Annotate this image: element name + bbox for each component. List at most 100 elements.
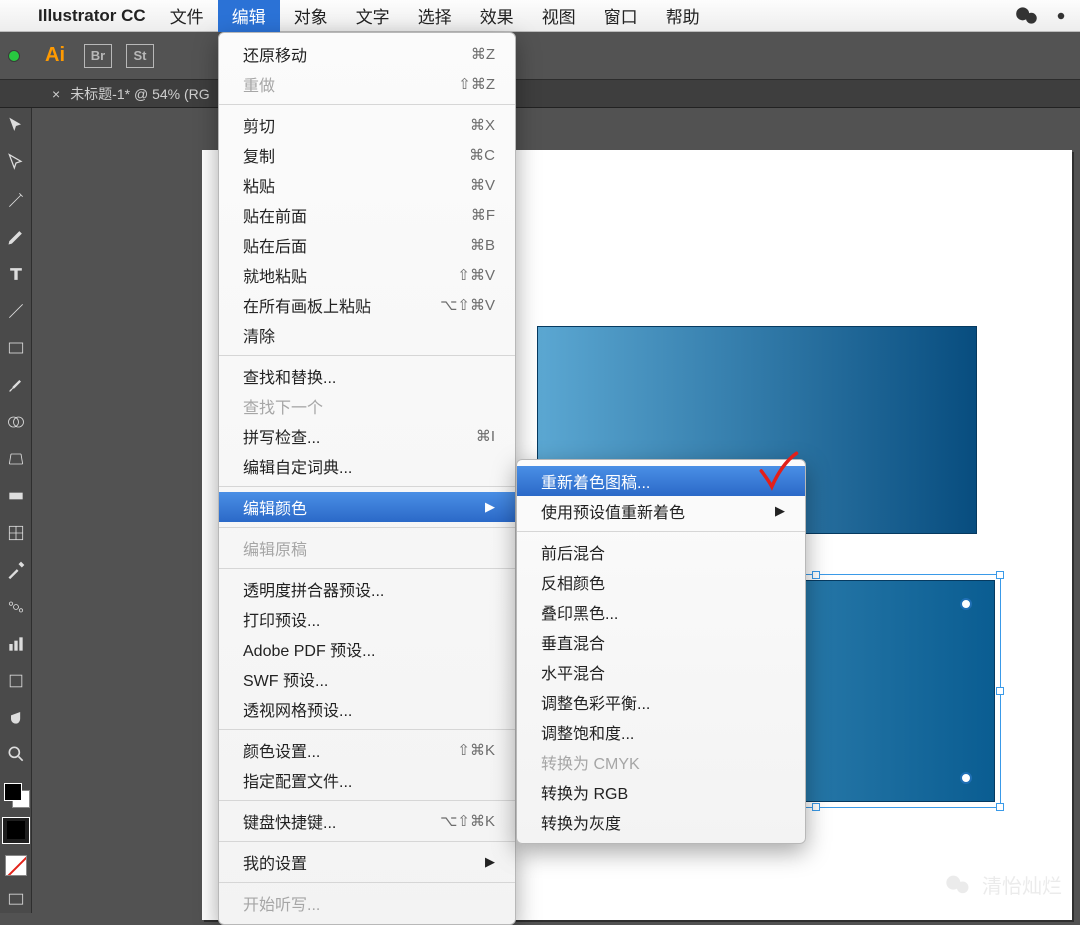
menu-item-g7-0[interactable]: 颜色设置...⇧⌘K: [219, 735, 515, 765]
menu-item-g1-0[interactable]: 重新着色图稿...: [517, 466, 805, 496]
document-title: 未标题-1* @ 54% (RG: [70, 84, 209, 104]
menu-effect[interactable]: 效果: [466, 0, 528, 32]
illustrator-icon[interactable]: Ai: [40, 42, 70, 70]
menu-item-g2-2[interactable]: 叠印黑色...: [517, 597, 805, 627]
menu-item-g6-2[interactable]: Adobe PDF 预设...: [219, 634, 515, 664]
resize-handle[interactable]: [812, 803, 820, 811]
menu-item-g2-1[interactable]: 复制⌘C: [219, 140, 515, 170]
menu-item-label: 还原移动: [243, 42, 307, 66]
magic-wand-tool[interactable]: [3, 188, 29, 213]
fill-stroke-swatch[interactable]: [4, 783, 28, 806]
brush-tool[interactable]: [3, 373, 29, 398]
menu-item-g2-7[interactable]: 清除: [219, 320, 515, 350]
menu-type[interactable]: 文字: [342, 0, 404, 32]
document-tab[interactable]: × 未标题-1* @ 54% (RG: [42, 84, 220, 104]
selection-tool[interactable]: [3, 114, 29, 139]
traffic-green[interactable]: [8, 50, 20, 62]
menu-help[interactable]: 帮助: [652, 0, 714, 32]
menu-item-label: 指定配置文件...: [243, 768, 352, 792]
menu-view[interactable]: 视图: [528, 0, 590, 32]
menu-item-g2-2[interactable]: 粘贴⌘V: [219, 170, 515, 200]
screen-mode-button[interactable]: [3, 888, 29, 913]
menu-item-g1-0[interactable]: 还原移动⌘Z: [219, 39, 515, 69]
menu-item-g2-5[interactable]: 调整色彩平衡...: [517, 687, 805, 717]
menu-object[interactable]: 对象: [280, 0, 342, 32]
menu-item-g1-1[interactable]: 使用预设值重新着色▶: [517, 496, 805, 526]
resize-handle[interactable]: [996, 571, 1004, 579]
menu-item-label: 拼写检查...: [243, 424, 320, 448]
resize-handle[interactable]: [812, 571, 820, 579]
perspective-tool[interactable]: [3, 446, 29, 471]
eyedropper-tool[interactable]: [3, 557, 29, 582]
menu-edit[interactable]: 编辑: [218, 0, 280, 32]
anchor-point[interactable]: [960, 772, 972, 784]
line-tool[interactable]: [3, 299, 29, 324]
menu-item-g2-6[interactable]: 调整饱和度...: [517, 717, 805, 747]
watermark: 清怡灿烂: [944, 870, 1062, 899]
menu-item-g4-0[interactable]: 编辑颜色▶: [219, 492, 515, 522]
menu-select[interactable]: 选择: [404, 0, 466, 32]
os-menu-bar: Illustrator CC 文件 编辑 对象 文字 选择 效果 视图 窗口 帮…: [0, 0, 1080, 32]
direct-selection-tool[interactable]: [3, 151, 29, 176]
menu-item-label: 反相颜色: [541, 570, 605, 594]
rectangle-tool[interactable]: [3, 336, 29, 361]
gradient-tool[interactable]: [3, 483, 29, 508]
menu-item-label: 查找下一个: [243, 394, 323, 418]
menu-item-g3-1: 查找下一个: [219, 391, 515, 421]
shape-builder-tool[interactable]: [3, 410, 29, 435]
menu-item-g2-5[interactable]: 就地粘贴⇧⌘V: [219, 260, 515, 290]
menu-item-g7-1[interactable]: 指定配置文件...: [219, 765, 515, 795]
menu-item-g2-6[interactable]: 在所有画板上粘贴⌥⇧⌘V: [219, 290, 515, 320]
menu-item-g3-3[interactable]: 编辑自定词典...: [219, 451, 515, 481]
menu-item-shortcut: ⌘I: [476, 427, 495, 445]
artboard-tool[interactable]: [3, 668, 29, 693]
menu-item-g3-0[interactable]: 查找和替换...: [219, 361, 515, 391]
menu-item-g2-3[interactable]: 贴在前面⌘F: [219, 200, 515, 230]
menu-item-g8-0[interactable]: 键盘快捷键...⌥⇧⌘K: [219, 806, 515, 836]
menu-item-g2-8[interactable]: 转换为 RGB: [517, 777, 805, 807]
color-mode-button[interactable]: [3, 818, 29, 843]
menu-file[interactable]: 文件: [156, 0, 218, 32]
menu-item-shortcut: ⌘C: [469, 146, 495, 164]
status-dot-icon: [1048, 3, 1074, 29]
menu-item-g6-4[interactable]: 透视网格预设...: [219, 694, 515, 724]
menu-item-g2-0[interactable]: 剪切⌘X: [219, 110, 515, 140]
stock-button[interactable]: St: [126, 44, 154, 68]
resize-handle[interactable]: [996, 687, 1004, 695]
menu-item-g2-3[interactable]: 垂直混合: [517, 627, 805, 657]
menu-item-g2-0[interactable]: 前后混合: [517, 537, 805, 567]
menu-item-label: 透明度拼合器预设...: [243, 577, 384, 601]
menu-item-label: Adobe PDF 预设...: [243, 637, 376, 661]
type-tool[interactable]: [3, 262, 29, 287]
menu-item-g6-0[interactable]: 透明度拼合器预设...: [219, 574, 515, 604]
none-color-button[interactable]: [5, 855, 27, 876]
window-controls[interactable]: [8, 50, 20, 62]
menu-window[interactable]: 窗口: [590, 0, 652, 32]
menu-item-g6-3[interactable]: SWF 预设...: [219, 664, 515, 694]
graph-tool[interactable]: [3, 631, 29, 656]
menu-item-g2-4[interactable]: 贴在后面⌘B: [219, 230, 515, 260]
menu-item-g6-1[interactable]: 打印预设...: [219, 604, 515, 634]
menu-item-g3-2[interactable]: 拼写检查... ⌘I: [219, 421, 515, 451]
close-icon[interactable]: ×: [52, 86, 60, 102]
menu-item-label: 贴在前面: [243, 203, 307, 227]
menu-item-g10-0: 开始听写...: [219, 888, 515, 918]
anchor-point[interactable]: [960, 598, 972, 610]
resize-handle[interactable]: [996, 803, 1004, 811]
menu-item-shortcut: ⇧⌘V: [457, 266, 495, 284]
mesh-tool[interactable]: [3, 520, 29, 545]
menu-item-label: 编辑颜色: [243, 495, 307, 519]
menu-item-g9-0[interactable]: 我的设置▶: [219, 847, 515, 877]
symbol-sprayer-tool[interactable]: [3, 594, 29, 619]
menu-item-g2-4[interactable]: 水平混合: [517, 657, 805, 687]
hand-tool[interactable]: [3, 705, 29, 730]
pen-tool[interactable]: [3, 225, 29, 250]
menu-item-label: 粘贴: [243, 173, 275, 197]
bridge-button[interactable]: Br: [84, 44, 112, 68]
zoom-tool[interactable]: [3, 742, 29, 767]
watermark-text: 清怡灿烂: [982, 870, 1062, 899]
menu-item-g2-1[interactable]: 反相颜色: [517, 567, 805, 597]
menu-item-g2-9[interactable]: 转换为灰度: [517, 807, 805, 837]
wechat-icon[interactable]: [1014, 3, 1040, 29]
menu-item-label: 透视网格预设...: [243, 697, 352, 721]
